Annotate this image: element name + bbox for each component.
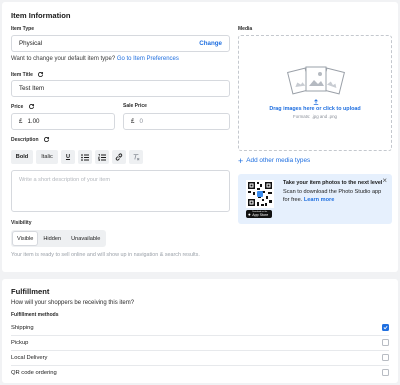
bullet-list-icon	[81, 153, 89, 161]
change-item-type-link[interactable]: Change	[199, 40, 222, 47]
item-title-label: Item Title	[11, 71, 44, 78]
check-icon	[383, 325, 388, 330]
method-label: QR code ordering	[11, 369, 57, 376]
app-store-badge-text: App Store	[252, 213, 269, 217]
fulfillment-method-pickup[interactable]: Pickup	[11, 336, 389, 349]
section-title: Item Information	[11, 11, 71, 20]
italic-button[interactable]: Italic	[36, 150, 58, 164]
checkbox[interactable]	[382, 354, 389, 361]
sale-price-placeholder: 0	[139, 118, 143, 125]
item-type-value: Physical	[19, 40, 43, 47]
sale-price-label: Sale Price	[123, 103, 147, 109]
link-button[interactable]	[112, 150, 126, 164]
add-media-types-label: Add other media types	[246, 157, 311, 164]
checkbox[interactable]	[382, 369, 389, 376]
numbered-list-icon	[98, 153, 106, 161]
close-icon[interactable]: ×	[382, 176, 387, 185]
underline-button[interactable]: U	[61, 150, 75, 164]
bullet-list-button[interactable]	[78, 150, 92, 164]
fulfillment-card: Fulfillment How will your shoppers be re…	[2, 279, 398, 383]
clear-format-icon	[133, 154, 140, 161]
fulfillment-method-qr-ordering[interactable]: QR code ordering	[11, 366, 389, 379]
description-label: Description	[11, 136, 50, 143]
visibility-status-text: Your item is ready to sell online and wi…	[11, 252, 200, 258]
item-preferences-link[interactable]: Go to Item Preferences	[117, 56, 179, 62]
photo-studio-promo: ● Download on the App Store Take your it…	[238, 174, 392, 224]
drag-upload-text[interactable]: Drag images here or click to upload	[239, 106, 391, 112]
sync-icon	[38, 72, 44, 78]
sale-price-input[interactable]: £ 0	[123, 113, 230, 130]
promo-text: Scan to download the Photo Studio app fo…	[283, 188, 386, 204]
qr-code-icon	[246, 180, 274, 208]
method-label: Shipping	[11, 324, 34, 331]
item-title-input[interactable]: Test Item	[11, 80, 230, 97]
visibility-unavailable-option[interactable]: Unavailable	[67, 232, 104, 245]
fulfillment-method-shipping[interactable]: Shipping	[11, 321, 389, 334]
media-label: Media	[238, 26, 253, 32]
sale-price-currency: £	[131, 118, 135, 125]
plus-icon: +	[238, 155, 244, 166]
item-type-hint-text: Want to change your default item type?	[11, 56, 116, 62]
upload-icon	[313, 99, 319, 105]
description-toolbar: Bold Italic U	[11, 150, 143, 164]
sync-icon	[28, 104, 34, 110]
checkbox[interactable]	[382, 339, 389, 346]
fulfillment-question: How will your shoppers be receiving this…	[11, 300, 135, 306]
link-icon	[115, 153, 123, 161]
fulfillment-title: Fulfillment	[11, 287, 50, 296]
formats-text: Formats: .jpg and .png	[293, 114, 337, 119]
method-label: Local Delivery	[11, 354, 48, 361]
media-dropzone[interactable]: Drag images here or click to upload Form…	[238, 35, 392, 151]
item-title-value: Test Item	[19, 85, 45, 92]
item-title-label-text: Item Title	[11, 71, 33, 78]
price-label-text: Price	[11, 103, 24, 110]
numbered-list-button[interactable]	[95, 150, 109, 164]
visibility-hidden-option[interactable]: Hidden	[39, 232, 65, 245]
fulfillment-method-local-delivery[interactable]: Local Delivery	[11, 351, 389, 364]
promo-title: Take your item photos to the next level	[283, 180, 383, 186]
photos-icon	[287, 66, 345, 95]
learn-more-link[interactable]: Learn more	[304, 197, 334, 203]
visibility-visible-option[interactable]: Visible	[13, 232, 38, 245]
sync-icon	[43, 137, 49, 143]
description-textarea[interactable]: Write a short description of your item	[11, 170, 230, 212]
bold-button[interactable]: Bold	[11, 150, 33, 164]
app-store-badge[interactable]: ● Download on the App Store	[246, 210, 272, 218]
fulfillment-methods-label: Fulfillment methods	[11, 312, 59, 318]
item-type-label: Item Type	[11, 26, 34, 32]
apple-icon: ●	[248, 211, 251, 217]
visibility-segmented-control: Visible Hidden Unavailable	[11, 230, 107, 247]
description-label-text: Description	[11, 136, 39, 143]
price-value: 1.00	[27, 118, 40, 125]
method-label: Pickup	[11, 339, 29, 346]
price-label: Price	[11, 103, 35, 110]
price-currency: £	[19, 118, 23, 125]
visibility-label: Visibility	[11, 220, 32, 226]
price-input[interactable]: £ 1.00	[11, 113, 115, 130]
add-media-types-link[interactable]: + Add other media types	[238, 155, 311, 166]
clear-format-button[interactable]	[129, 150, 143, 164]
item-type-field[interactable]: Physical Change	[11, 35, 230, 52]
item-type-hint: Want to change your default item type? G…	[11, 56, 179, 62]
checkbox-checked[interactable]	[382, 324, 389, 331]
item-information-card: Item Information Item Type Physical Chan…	[2, 2, 398, 272]
